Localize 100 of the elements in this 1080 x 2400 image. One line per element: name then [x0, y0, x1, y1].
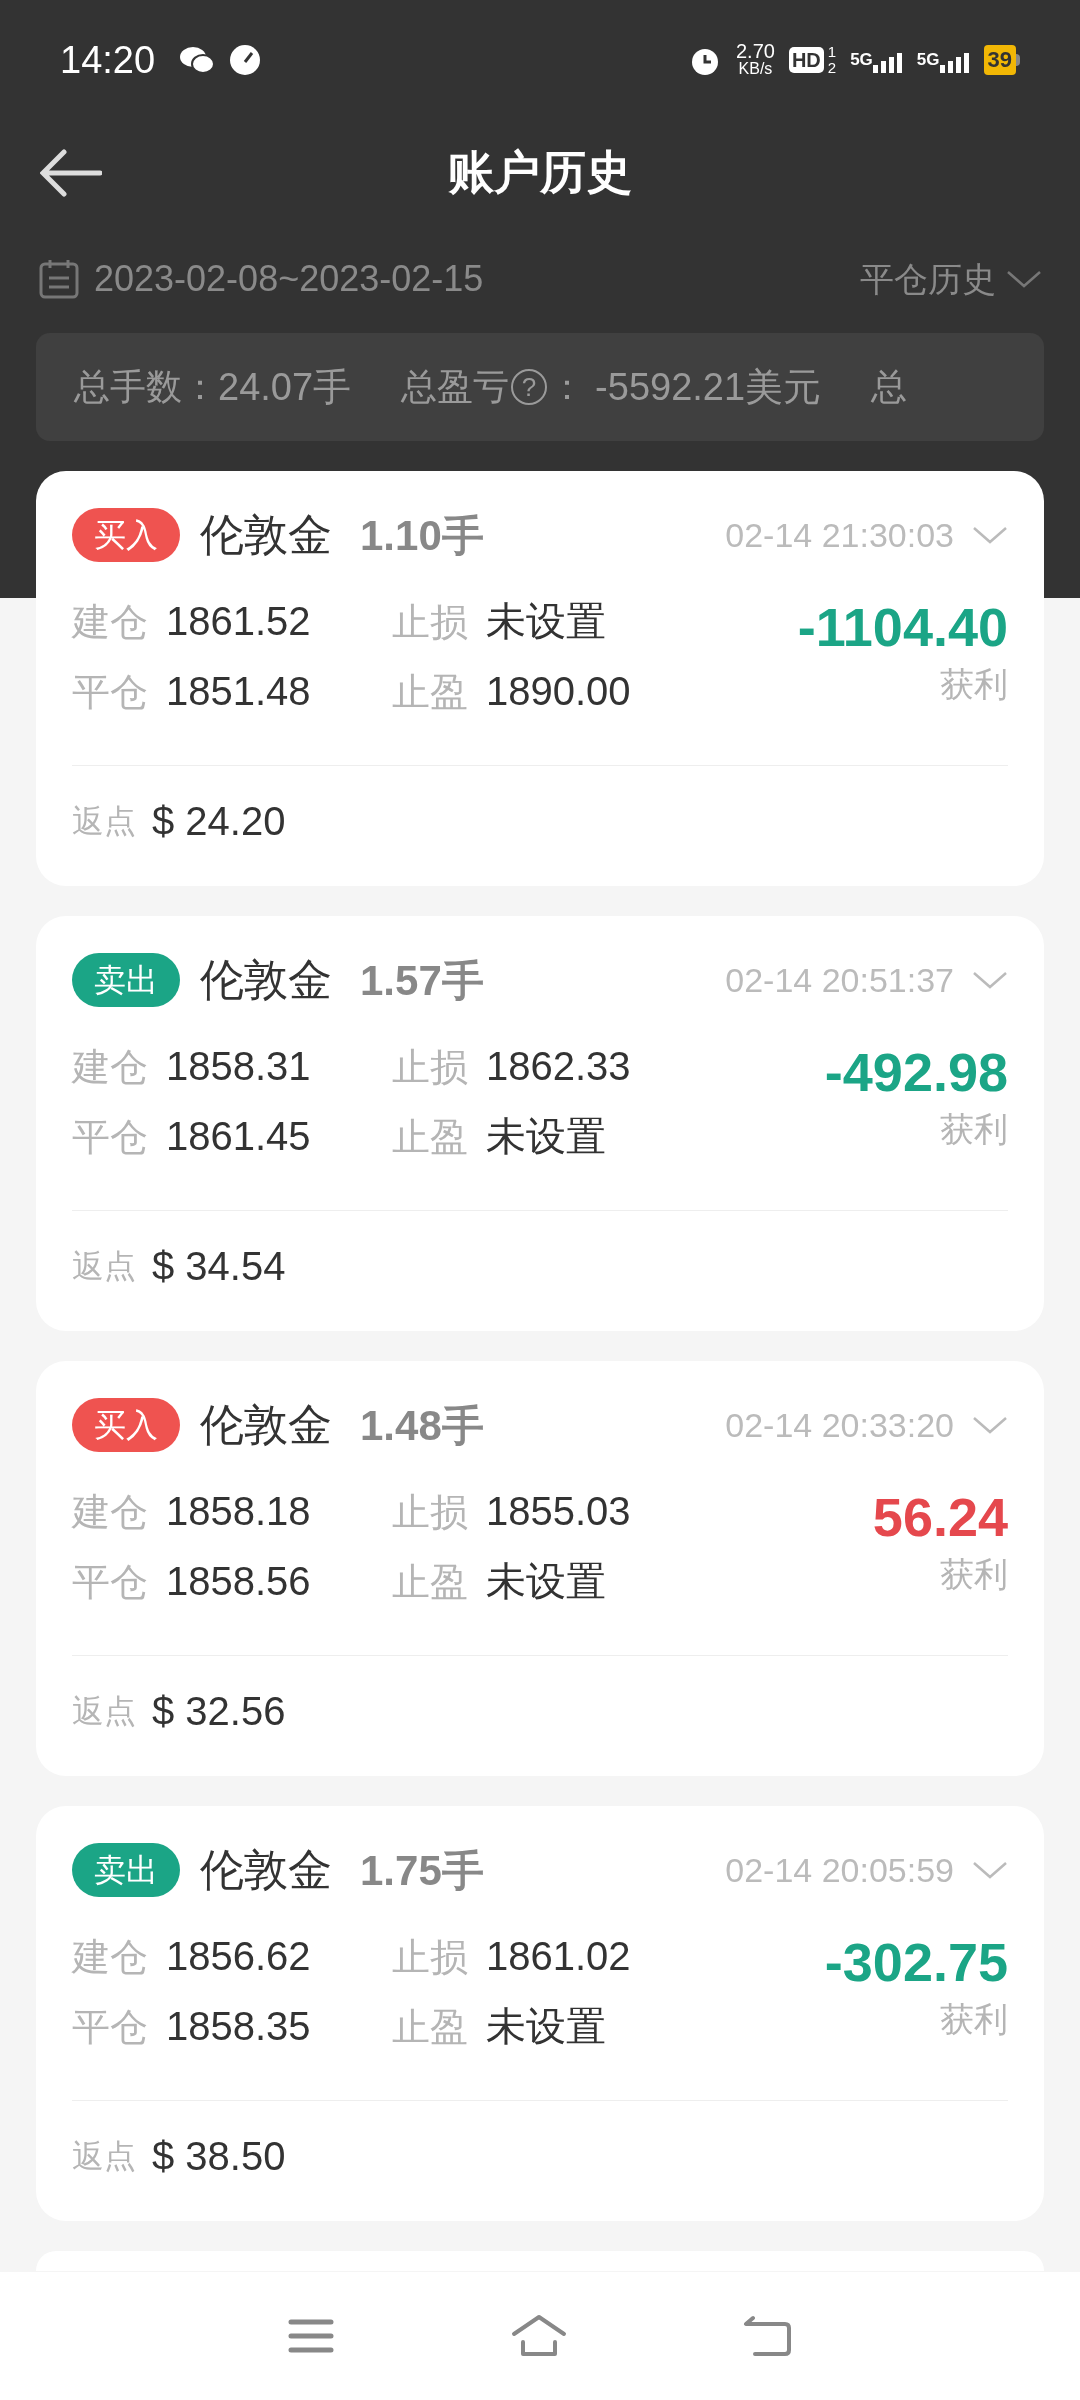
signal-icon	[872, 50, 903, 73]
profit-label: 获利	[940, 1999, 1008, 2040]
chevron-down-icon	[972, 970, 1008, 990]
summary-value: -5592.21美元	[595, 364, 822, 410]
profit-value: -302.75	[824, 1931, 1008, 1994]
chevron-down-icon	[972, 1860, 1008, 1880]
trade-time: 02-14 20:33:20	[725, 1404, 954, 1446]
rebate-value: $ 38.50	[152, 2132, 286, 2180]
page-title: 账户历史	[448, 145, 632, 200]
field-label: 止盈	[392, 670, 468, 715]
field-value: 1890.00	[486, 668, 631, 715]
calendar-icon[interactable]	[38, 258, 80, 300]
field-value: 1862.33	[486, 1043, 631, 1090]
rebate-label: 返点	[72, 1691, 136, 1731]
lot-size: 1.10手	[360, 510, 484, 561]
field-label: 止损	[392, 1490, 468, 1535]
lot-size: 1.57手	[360, 955, 484, 1006]
rebate-label: 返点	[72, 801, 136, 841]
field-value: 1858.56	[166, 1558, 311, 1605]
help-icon[interactable]: ?	[511, 369, 548, 405]
network-type: 5G	[850, 49, 873, 72]
rebate-value: $ 24.20	[152, 797, 286, 845]
field-value: 1858.35	[166, 2003, 311, 2050]
field-label: 止盈	[392, 2005, 468, 2050]
rebate-value: $ 34.54	[152, 1242, 286, 1290]
back-icon[interactable]	[742, 2314, 793, 2358]
home-icon[interactable]	[510, 2314, 568, 2358]
profit-label: 获利	[940, 664, 1008, 705]
hd-sim-number: 2	[827, 60, 837, 76]
field-label: 止损	[392, 1045, 468, 1090]
trade-card[interactable]: 卖出 伦敦金 1.75手 02-14 20:05:59 建仓 1856.62 止损 1861.02 平仓 1858.35 止盈 未设置 -302.75 获利 返点 $ 38.50	[36, 1806, 1044, 2221]
side-tag: 买入	[72, 1398, 180, 1452]
rebate-label: 返点	[72, 1246, 136, 1286]
side-tag: 买入	[72, 508, 180, 562]
chevron-down-icon	[972, 525, 1008, 545]
field-value: 1858.18	[166, 1488, 311, 1535]
field-label: 建仓	[72, 1935, 148, 1980]
field-value: 1855.03	[486, 1488, 631, 1535]
trade-card[interactable]: 买入 伦敦金 1.10手 02-14 21:30:03 建仓 1861.52 止损 未设置 平仓 1851.48 止盈 1890.00 -1104.40 获利 返点 $ 24.20	[36, 471, 1044, 886]
chevron-down-icon	[972, 1415, 1008, 1435]
date-range[interactable]: 2023-02-08~2023-02-15	[94, 252, 484, 306]
hd-sim-number: 1	[827, 44, 837, 60]
network-speed: 2.70	[735, 42, 775, 60]
rebate-value: $ 32.56	[152, 1687, 286, 1735]
field-label: 建仓	[72, 600, 148, 645]
trade-time: 02-14 20:05:59	[725, 1849, 954, 1891]
field-label: 建仓	[72, 1490, 148, 1535]
field-label: 止盈	[392, 1115, 468, 1160]
field-value: 1861.52	[166, 598, 311, 645]
field-value: 未设置	[486, 598, 606, 645]
history-mode-dropdown[interactable]: 平仓历史	[860, 253, 996, 305]
field-value: 未设置	[486, 1113, 606, 1160]
chat-app-icon	[179, 45, 216, 75]
field-label: 建仓	[72, 1045, 148, 1090]
summary-label: 总	[871, 365, 908, 409]
summary-colon: ：	[549, 365, 586, 409]
back-arrow-icon[interactable]	[40, 148, 102, 197]
network-speed-unit: KB/s	[738, 60, 773, 78]
field-value: 1861.02	[486, 1933, 631, 1980]
field-label: 平仓	[72, 670, 148, 715]
signal-icon	[939, 50, 970, 73]
symbol-name: 伦敦金	[200, 954, 332, 1006]
field-value: 1856.62	[166, 1933, 311, 1980]
field-value: 1861.45	[166, 1113, 311, 1160]
profit-value: -1104.40	[797, 596, 1008, 659]
symbol-name: 伦敦金	[200, 509, 332, 561]
lot-size: 1.75手	[360, 1845, 484, 1896]
field-value: 未设置	[486, 1558, 606, 1605]
field-label: 止损	[392, 1935, 468, 1980]
trade-time: 02-14 21:30:03	[725, 514, 954, 556]
chevron-down-icon[interactable]	[1006, 269, 1042, 289]
side-tag: 卖出	[72, 953, 180, 1007]
network-type: 5G	[916, 49, 940, 72]
field-value: 1858.31	[166, 1043, 311, 1090]
symbol-name: 伦敦金	[200, 1844, 332, 1896]
profit-value: 56.24	[872, 1486, 1008, 1549]
trade-card[interactable]: 买入 伦敦金 1.48手 02-14 20:33:20 建仓 1858.18 止损 1855.03 平仓 1858.56 止盈 未设置 56.24 获利 返点 $ 32.56	[36, 1361, 1044, 1776]
gauge-icon	[229, 44, 262, 76]
field-value: 1851.48	[166, 668, 311, 715]
summary-value: 24.07手	[218, 364, 352, 410]
trade-card[interactable]: 卖出 伦敦金 1.57手 02-14 20:51:37 建仓 1858.31 止损 1862.33 平仓 1861.45 止盈 未设置 -492.98 获利 返点 $ 34.54	[36, 916, 1044, 1331]
field-label: 止损	[392, 600, 468, 645]
summary-label: 总手数：	[74, 365, 218, 409]
field-value: 未设置	[486, 2003, 606, 2050]
trade-time: 02-14 20:51:37	[725, 959, 954, 1001]
symbol-name: 伦敦金	[200, 1399, 332, 1451]
battery-indicator: 39	[983, 45, 1020, 75]
hd-indicator: HD	[788, 47, 824, 73]
rebate-label: 返点	[72, 2136, 136, 2176]
profit-label: 获利	[940, 1554, 1008, 1595]
profit-value: -492.98	[824, 1041, 1008, 1104]
field-label: 平仓	[72, 1115, 148, 1160]
clock-time: 14:20	[60, 37, 156, 83]
summary-label: 总盈亏	[401, 365, 510, 409]
field-label: 止盈	[392, 1560, 468, 1605]
lot-size: 1.48手	[360, 1400, 484, 1451]
field-label: 平仓	[72, 2005, 148, 2050]
profit-label: 获利	[940, 1109, 1008, 1150]
side-tag: 卖出	[72, 1843, 180, 1897]
field-label: 平仓	[72, 1560, 148, 1605]
